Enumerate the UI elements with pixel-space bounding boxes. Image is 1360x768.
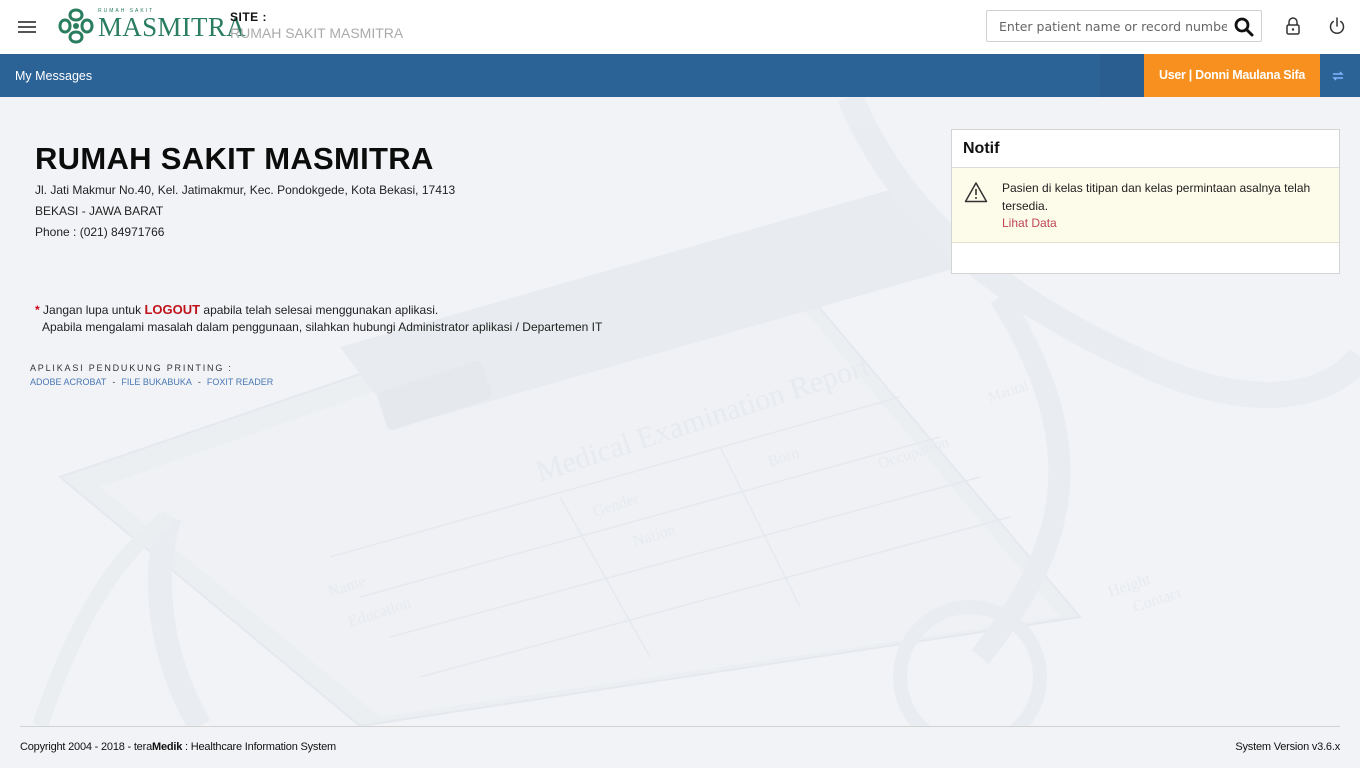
reminder-text-before: Jangan lupa untuk: [43, 303, 142, 317]
file-bukabuka-link[interactable]: FILE BUKABUKA: [121, 377, 192, 387]
lock-icon[interactable]: [1284, 16, 1302, 36]
footer-divider: [20, 726, 1340, 727]
patient-search-input[interactable]: [987, 11, 1227, 41]
site-name: RUMAH SAKIT MASMITRA: [230, 25, 404, 41]
search-icon[interactable]: [1233, 16, 1255, 38]
link-separator: -: [112, 377, 116, 387]
adobe-acrobat-link[interactable]: ADOBE ACROBAT: [30, 377, 106, 387]
required-star: *: [35, 303, 40, 317]
printing-apps-title: APLIKASI PENDUKUNG PRINTING :: [30, 363, 233, 373]
my-messages-link[interactable]: My Messages: [15, 69, 92, 83]
top-header: RUMAH SAKIT MASMITRA SITE : RUMAH SAKIT …: [0, 0, 1360, 54]
notif-title: Notif: [952, 130, 1339, 168]
logo-wordmark: MASMITRA: [98, 12, 246, 42]
foxit-reader-link[interactable]: FOXIT READER: [207, 377, 273, 387]
hospital-phone: Phone : (021) 84971766: [35, 225, 165, 239]
user-badge[interactable]: User | Donni Maulana Sifa: [1144, 54, 1320, 97]
notif-message: Pasien di kelas titipan dan kelas permin…: [1002, 181, 1311, 213]
bg-word-marital: Marital: [987, 379, 1031, 406]
hospital-region: BEKASI - JAWA BARAT: [35, 204, 164, 218]
copyright-suffix: : Healthcare Information System: [182, 741, 336, 753]
lihat-data-link[interactable]: Lihat Data: [1002, 216, 1057, 230]
copyright-text: Copyright 2004 - 2018 - teraMedik : Heal…: [20, 741, 336, 753]
link-separator: -: [197, 377, 201, 387]
logout-reminder: * Jangan lupa untuk LOGOUT apabila telah…: [35, 302, 438, 317]
warning-icon: [964, 182, 988, 203]
support-note: Apabila mengalami masalah dalam pengguna…: [42, 320, 603, 334]
nav-divider: [1100, 54, 1144, 97]
copyright-prefix: Copyright 2004 - 2018 - tera: [20, 741, 152, 753]
reminder-text-after: apabila telah selesai menggunakan aplika…: [203, 303, 439, 317]
logo-mark-icon: [58, 8, 94, 44]
site-label: SITE :: [230, 10, 268, 24]
hospital-address: Jl. Jati Makmur No.40, Kel. Jatimakmur, …: [35, 183, 456, 197]
hospital-logo[interactable]: RUMAH SAKIT MASMITRA: [56, 4, 246, 48]
notif-panel: Notif Pasien di kelas titipan dan kelas …: [951, 129, 1340, 274]
system-version: System Version v3.6.x: [1235, 741, 1340, 753]
copyright-brand: Medik: [151, 741, 183, 753]
refresh-icon[interactable]: [1330, 68, 1346, 84]
printing-apps-links: ADOBE ACROBAT - FILE BUKABUKA - FOXIT READER: [30, 377, 273, 387]
patient-search-box: [986, 10, 1262, 42]
notif-alert: Pasien di kelas titipan dan kelas permin…: [952, 168, 1339, 243]
nav-bar: My Messages User | Donni Maulana Sifa: [0, 54, 1360, 97]
power-icon[interactable]: [1328, 16, 1346, 36]
menu-icon[interactable]: [18, 18, 36, 36]
logout-word: LOGOUT: [144, 302, 201, 317]
hospital-name: RUMAH SAKIT MASMITRA: [35, 141, 434, 176]
